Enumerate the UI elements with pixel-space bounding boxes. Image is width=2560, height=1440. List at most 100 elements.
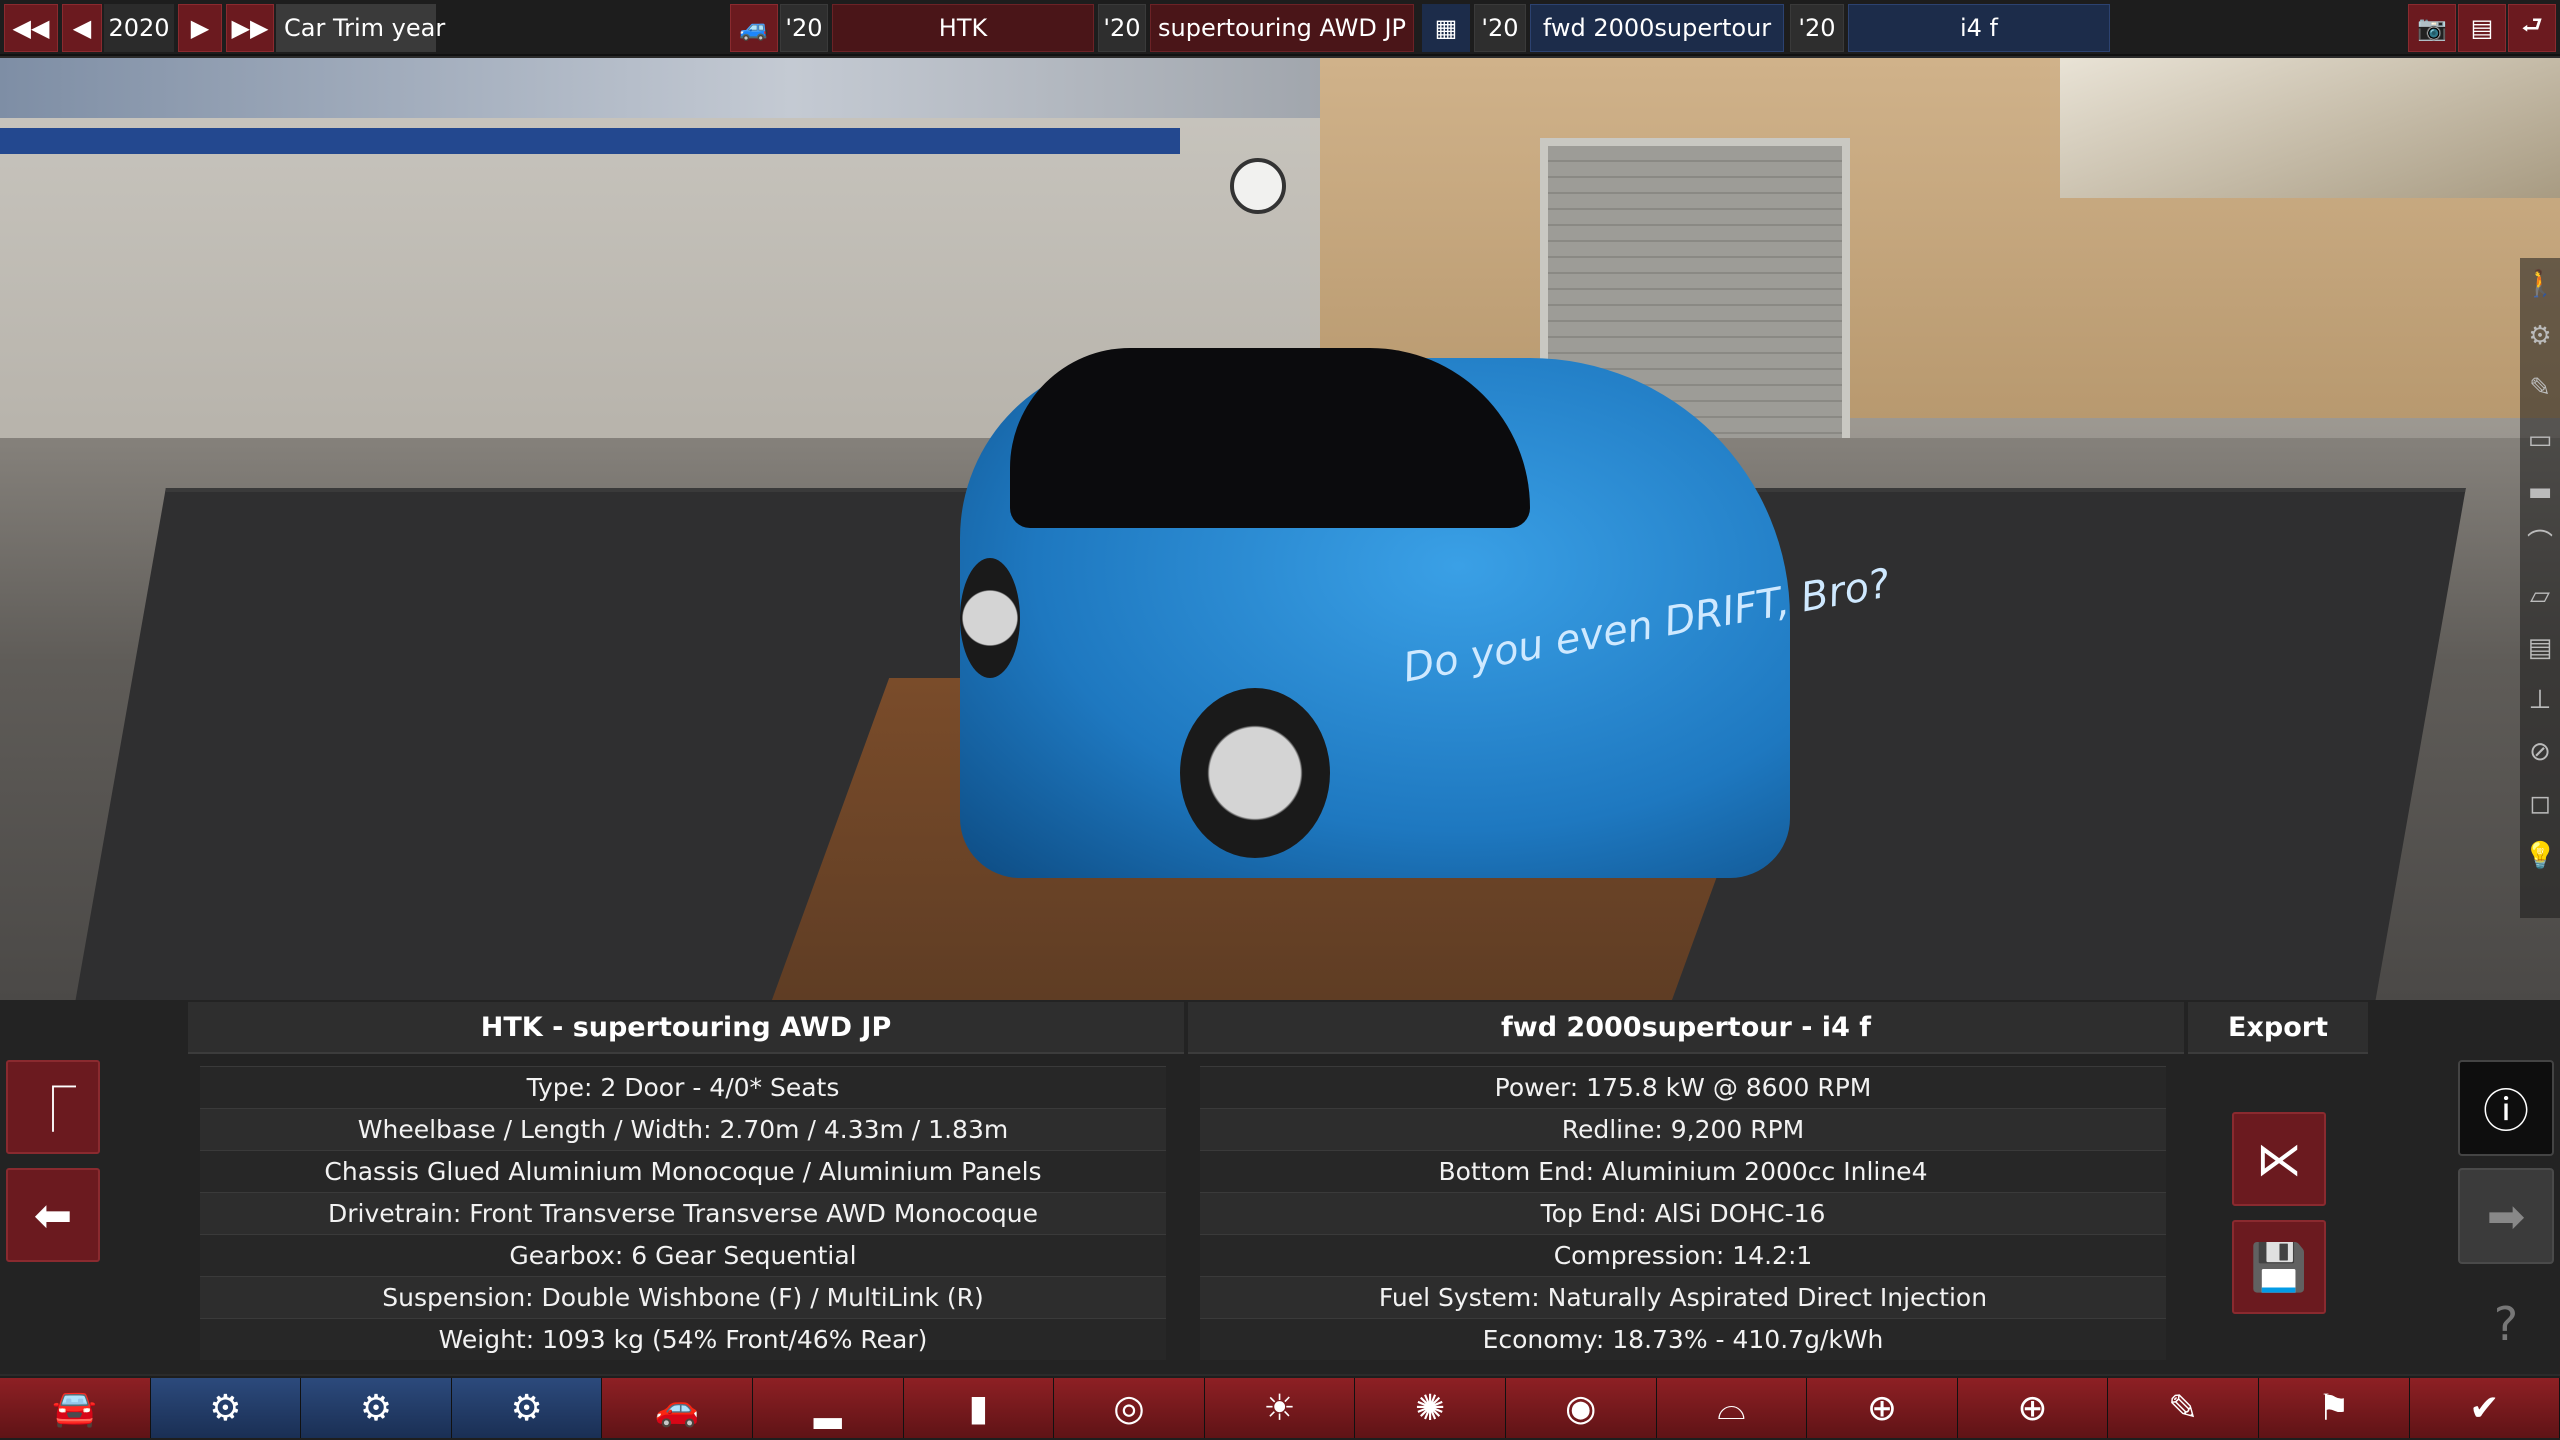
engine-header: fwd 2000supertour - i4 f (1188, 1002, 2184, 1054)
nav-interior[interactable]: ⊕ (1807, 1378, 1958, 1438)
trim-name-field[interactable]: supertouring AWD JP (1150, 4, 1414, 52)
engine-family-field[interactable]: fwd 2000supertour (1530, 4, 1784, 52)
left-arrow-icon: ⬅ (33, 1188, 73, 1242)
top-toolbar: ◀◀ ◀ 2020 ▶ ▶▶ Car Trim year 🚙 '20 HTK '… (0, 0, 2560, 56)
right-arrow-icon: ➡ (2486, 1189, 2526, 1243)
nav-suspension[interactable]: ▮ (903, 1378, 1055, 1438)
nav-testing[interactable]: ⚑ (2258, 1378, 2410, 1438)
prev-icon: ◀ (72, 14, 92, 42)
nav-engine-tuning[interactable]: ⚙ (451, 1378, 603, 1438)
nav-chassis[interactable]: ▂ (752, 1378, 904, 1438)
nav-aero[interactable]: ⌓ (1656, 1378, 1808, 1438)
car-header: HTK - supertouring AWD JP (188, 1002, 1184, 1054)
car-spec-dimensions: Wheelbase / Length / Width: 2.70m / 4.33… (200, 1108, 1166, 1150)
frame-icon[interactable]: ▤ (2524, 632, 2556, 664)
nav-finish[interactable]: ✔ (2409, 1378, 2560, 1438)
panel-icon[interactable]: ▬ (2524, 476, 2556, 508)
car-spec-drivetrain: Drivetrain: Front Transverse Transverse … (200, 1192, 1166, 1234)
chassis-icon[interactable]: ▱ (2524, 580, 2556, 612)
light-bulb-icon[interactable]: 💡 (2524, 840, 2556, 872)
checkmark-icon: ✔ (2469, 1387, 2500, 1429)
first-year-button[interactable]: ◀◀ (4, 4, 58, 52)
ceiling (0, 58, 1320, 118)
nav-engine-variant[interactable]: ⚙ (301, 1378, 452, 1438)
engine-spec-redline: Redline: 9,200 RPM (1200, 1108, 2166, 1150)
nav-tyres[interactable]: ◉ (1505, 1378, 1657, 1438)
screenshot-button[interactable]: 📷 (2408, 4, 2456, 52)
gauge-flag-icon: ⚑ (2317, 1387, 2350, 1429)
engine-spec-top-end: Top End: AlSi DOHC-16 (1200, 1192, 2166, 1234)
model-name-field[interactable]: HTK (832, 4, 1094, 52)
engine-family-year: '20 (1474, 4, 1526, 52)
car-front-icon: 🚘 (52, 1388, 98, 1429)
export-header: Export (2188, 1002, 2368, 1054)
variant-name-field[interactable]: i4 f (1848, 4, 2110, 52)
wall-stripe (0, 128, 1180, 154)
car-build-icon: 🚗 (654, 1388, 700, 1429)
nav-car-designer[interactable]: 🚘 (0, 1378, 151, 1438)
next-arrow-button[interactable]: ➡ (2458, 1168, 2554, 1264)
summary-panel: ⎾ ⬅ HTK - supertouring AWD JP Type: 2 Do… (0, 1000, 2560, 1374)
skip-forward-icon: ▶▶ (231, 14, 269, 42)
car-spec-suspension: Suspension: Double Wishbone (F) / MultiL… (200, 1276, 1166, 1318)
nav-car-model[interactable]: 🚗 (602, 1378, 753, 1438)
no-icon[interactable]: ⊘ (2524, 736, 2556, 768)
spray-icon[interactable]: ✎ (2524, 372, 2556, 404)
wheel-icon: ✺ (1415, 1387, 1446, 1429)
lift-icon[interactable]: ⊥ (2524, 684, 2556, 716)
grid-icon: ▤ (2470, 14, 2494, 42)
engine-block-icon: ⚙ (209, 1387, 242, 1429)
wall-clock (1230, 158, 1286, 214)
car-spec-weight: Weight: 1093 kg (54% Front/46% Rear) (200, 1318, 1166, 1360)
engine-spec-power: Power: 175.8 kW @ 8600 RPM (1200, 1066, 2166, 1108)
share-icon: ⋉ (2256, 1132, 2302, 1186)
skip-back-icon: ◀◀ (12, 14, 50, 42)
back-button[interactable]: ⮐ (2508, 4, 2556, 52)
nav-drivetrain[interactable]: ◎ (1054, 1378, 1205, 1438)
model-year: '20 (780, 4, 828, 52)
paint-can-icon: ✎ (2168, 1387, 2199, 1429)
body-icon[interactable]: ⌒ (2524, 528, 2556, 560)
app-root: ◀◀ ◀ 2020 ▶ ▶▶ Car Trim year 🚙 '20 HTK '… (0, 0, 2560, 1440)
garage-viewport[interactable]: Do you even DRIFT, Bro? 🚶 ⚙ ✎ ▭ ▬ ⌒ ▱ ▤ … (0, 58, 2560, 1000)
fixture-icon[interactable]: ▭ (2524, 424, 2556, 456)
nav-engine-family[interactable]: ⚙ (150, 1378, 302, 1438)
engine-spec-economy: Economy: 18.73% - 410.7g/kWh (1200, 1318, 2166, 1360)
prev-year-button[interactable]: ◀ (62, 4, 102, 52)
nav-brakes[interactable]: ☀ (1204, 1378, 1356, 1438)
warning-button[interactable]: ⓘ (2458, 1060, 2554, 1156)
save-button[interactable]: 💾 (2232, 1220, 2326, 1314)
engine-tune-icon: ⚙ (510, 1387, 543, 1429)
next-year-button[interactable]: ▶ (178, 4, 222, 52)
car-spec-list: Type: 2 Door - 4/0* Seats Wheelbase / Le… (200, 1066, 1166, 1360)
engine-icon-button[interactable]: ▦ (1422, 4, 1470, 52)
last-year-button[interactable]: ▶▶ (226, 4, 274, 52)
nav-wheels[interactable]: ✺ (1355, 1378, 1506, 1438)
trim-year: '20 (1098, 4, 1146, 52)
question-mark-icon: ? (2493, 1297, 2519, 1351)
exclamation-icon: ⓘ (2483, 1084, 2529, 1138)
car-front-wheel (1180, 688, 1330, 858)
engine-spec-compression: Compression: 14.2:1 (1200, 1234, 2166, 1276)
engine-spec-list: Power: 175.8 kW @ 8600 RPM Redline: 9,20… (1200, 1066, 2166, 1360)
graph-button[interactable]: ⎾ (6, 1060, 100, 1154)
driver-view-icon[interactable]: 🚶 (2524, 268, 2556, 300)
drivetrain-icon: ◎ (1113, 1387, 1145, 1429)
nav-safety[interactable]: ⊕ (1957, 1378, 2109, 1438)
share-button[interactable]: ⋉ (2232, 1112, 2326, 1206)
designer-nav-bar: 🚘 ⚙ ⚙ ⚙ 🚗 ▂ ▮ ◎ ☀ ✺ ◉ ⌓ ⊕ ⊕ ✎ ⚑ ✔ (0, 1376, 2560, 1440)
back-arrow-button[interactable]: ⬅ (6, 1168, 100, 1262)
car-model-icon-button[interactable]: 🚙 (730, 4, 778, 52)
engine-spec-fuel-system: Fuel System: Naturally Aspirated Direct … (1200, 1276, 2166, 1318)
help-button[interactable]: ? (2458, 1276, 2554, 1372)
car-spec-chassis: Chassis Glued Aluminium Monocoque / Alum… (200, 1150, 1166, 1192)
aero-icon: ⌓ (1717, 1387, 1746, 1428)
box-icon[interactable]: ◻ (2524, 788, 2556, 820)
car-spec-gearbox: Gearbox: 6 Gear Sequential (200, 1234, 1166, 1276)
nav-paint[interactable]: ✎ (2108, 1378, 2259, 1438)
layout-button[interactable]: ▤ (2458, 4, 2506, 52)
tyre-icon: ◉ (1565, 1387, 1597, 1429)
car-rear-wheel (960, 558, 1020, 678)
steering-wheel-icon: ⊕ (2017, 1387, 2048, 1429)
wheel-view-icon[interactable]: ⚙ (2524, 320, 2556, 352)
